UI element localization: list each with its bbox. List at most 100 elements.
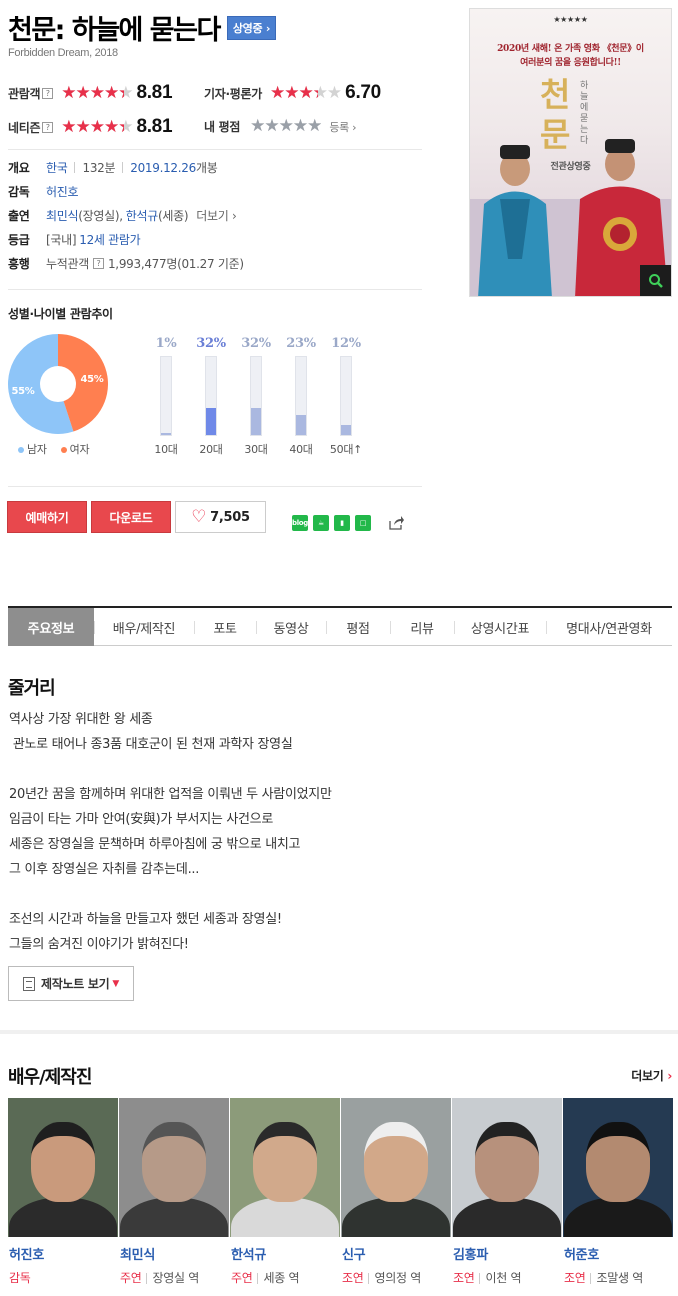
synopsis-line: 임금이 타는 가마 안여(安與)가 부서지는 사건으로: [9, 812, 273, 827]
age-bar-pct: 32%: [241, 336, 271, 351]
help-icon[interactable]: ?: [42, 87, 54, 99]
age-bar-track: [160, 356, 172, 436]
cast-link-2[interactable]: 한석규: [126, 207, 159, 224]
cast-card[interactable]: 최민식주연 장영실 역: [119, 1098, 229, 1286]
release-date-link[interactable]: 2019.12.26: [130, 161, 196, 175]
cast-more-link[interactable]: 더보기 ›: [196, 207, 237, 224]
poster-tagline: 2020년 새해! 온 가족 영화 《천문》이 여러분의 꿈을 응원합니다!!: [497, 44, 644, 68]
cast-name[interactable]: 신구: [341, 1244, 451, 1263]
production-note-button[interactable]: 제작노트 보기 ▼: [8, 966, 134, 1001]
stats-title: 성별·나이별 관람추이: [8, 307, 113, 321]
cast-name[interactable]: 김홍파: [452, 1244, 562, 1263]
synopsis-line: 역사상 가장 위대한 왕 세종: [9, 712, 153, 727]
cast-photo-head: [253, 1122, 317, 1202]
cast-name[interactable]: 허진호: [8, 1244, 118, 1263]
cast-name[interactable]: 최민식: [119, 1244, 229, 1263]
cast-photo[interactable]: [230, 1098, 340, 1237]
cast-card[interactable]: 한석규 주연 세종 역: [230, 1098, 340, 1286]
info-label: 출연: [8, 209, 30, 223]
cast-role: 주연 장영실 역: [119, 1269, 229, 1286]
tab-quotes-related[interactable]: 명대사/연관영화: [546, 608, 672, 646]
boxoffice-key: 누적관객: [46, 257, 89, 271]
cast-role: 조연 이천 역: [452, 1269, 562, 1286]
tab-photo[interactable]: 포토: [194, 608, 256, 646]
blog-icon[interactable]: blog: [292, 515, 308, 531]
cast-name[interactable]: 한석규: [230, 1244, 340, 1263]
cast-character: 장영실 역: [152, 1271, 199, 1285]
divider: [8, 289, 422, 290]
runtime: 132분: [82, 161, 116, 175]
movie-subtitle: Forbidden Dream, 2018: [8, 47, 118, 59]
gender-pie-chart: 55% 45%: [8, 334, 108, 434]
info-label: 흥행: [8, 257, 30, 271]
tab-video[interactable]: 동영상: [256, 608, 326, 646]
help-icon[interactable]: ?: [42, 121, 54, 133]
rating-critic: 기자·평론가 ★★★★★★★★★★ 6.70: [204, 82, 381, 104]
separator: [257, 1273, 259, 1284]
cast-more-link[interactable]: 더보기 ›: [631, 1067, 672, 1084]
synopsis-line: 조선의 시간과 하늘을 만들고자 했던 세종과 장영실!: [9, 912, 282, 927]
tab-rating[interactable]: 평점: [326, 608, 390, 646]
star-rating: ★★★★★★★★★★: [269, 82, 342, 103]
cast-photo[interactable]: [8, 1098, 118, 1237]
cast-photo[interactable]: [119, 1098, 229, 1237]
grade-link[interactable]: 12세 관람가: [79, 231, 140, 248]
cast-photo[interactable]: [452, 1098, 562, 1237]
tab-main-info[interactable]: 주요정보: [8, 608, 94, 646]
cast-card[interactable]: 김홍파조연 이천 역: [452, 1098, 562, 1286]
cast-role: 조연 영의정 역: [341, 1269, 451, 1286]
tab-bar: 주요정보 배우/제작진 포토 동영상 평점 리뷰 상영시간표 명대사/연관영화: [8, 606, 672, 646]
boxoffice-date: (01.27 기준): [177, 257, 244, 271]
share-icons: blog ☕ ▮ □: [292, 515, 371, 531]
director-link[interactable]: 허진호: [46, 183, 79, 200]
movie-poster[interactable]: ★★★★★ 2020년 새해! 온 가족 영화 《천문》이 여러분의 꿈을 응원…: [469, 8, 672, 297]
cast-card[interactable]: 허준호 조연 조말생 역: [563, 1098, 673, 1286]
cast-role-1: (장영실),: [78, 209, 123, 223]
age-bar-label: 20대: [199, 443, 223, 456]
age-bar-0: 1% 10대: [146, 336, 186, 457]
cast-photo-head: [142, 1122, 206, 1202]
memo-icon[interactable]: □: [355, 515, 371, 531]
cast-name[interactable]: 허준호: [563, 1244, 673, 1263]
synopsis-line: 20년간 꿈을 함께하며 위대한 업적을 이뤄낸 두 사람이었지만: [9, 787, 332, 802]
cast-photo-body: [342, 1197, 450, 1237]
legend-female-dot: [60, 447, 67, 453]
tab-review[interactable]: 리뷰: [390, 608, 454, 646]
cast-card[interactable]: 허진호감독: [8, 1098, 118, 1286]
reserve-button[interactable]: 예매하기: [7, 501, 87, 533]
cast-character: 이천 역: [485, 1271, 522, 1285]
share-icon[interactable]: [388, 515, 405, 531]
divider: [8, 486, 422, 487]
cafe-icon[interactable]: ☕: [313, 515, 329, 531]
bookmark-icon[interactable]: ▮: [334, 515, 350, 531]
tab-cast-crew[interactable]: 배우/제작진: [94, 608, 194, 646]
cast-photo[interactable]: [341, 1098, 451, 1237]
heart-icon: ♡: [191, 507, 207, 527]
title-row: 천문: 하늘에 묻는다 상영중 ›: [8, 8, 277, 47]
info-label: 개요: [8, 161, 30, 175]
cast-photo[interactable]: [563, 1098, 673, 1237]
info-cast: 출연 최민식 (장영실), 한석규 (세종) 더보기 ›: [8, 207, 237, 224]
tab-showtimes[interactable]: 상영시간표: [454, 608, 546, 646]
help-icon[interactable]: ?: [92, 258, 104, 269]
register-rating-link[interactable]: 등록 ›: [329, 119, 356, 135]
country-link[interactable]: 한국: [46, 159, 68, 176]
age-bar-label: 50대↑: [329, 443, 363, 456]
info-director: 감독 허진호: [8, 183, 79, 200]
zoom-search-icon[interactable]: [640, 265, 671, 296]
like-button[interactable]: ♡ 7,505: [175, 501, 266, 533]
status-badge[interactable]: 상영중 ›: [226, 15, 277, 40]
age-bar-fill: [251, 407, 261, 435]
cast-role-type: 감독: [9, 1271, 31, 1285]
my-star-rating[interactable]: ★★★★★ ★★★★★: [250, 118, 322, 135]
poster-stars: ★★★★★: [553, 15, 588, 24]
age-bar-1: 32% 20대: [191, 336, 231, 457]
cast-link-1[interactable]: 최민식: [46, 207, 79, 224]
synopsis-heading: 줄거리: [8, 678, 56, 699]
rating-score: 6.70: [345, 82, 381, 103]
cast-card[interactable]: 신구조연 영의정 역: [341, 1098, 451, 1286]
download-button[interactable]: 다운로드: [91, 501, 171, 533]
age-bar-2: 32% 30대: [236, 336, 276, 457]
info-label: 등급: [8, 233, 30, 247]
cast-role-type: 조연: [453, 1271, 475, 1285]
